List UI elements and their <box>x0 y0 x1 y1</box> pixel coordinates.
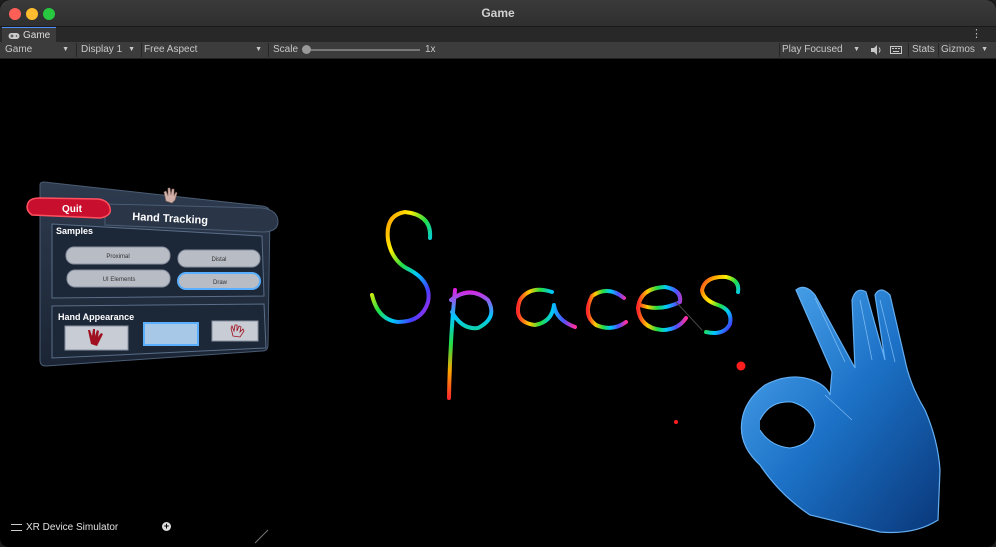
hand-appearance-heading: Hand Appearance <box>58 312 134 322</box>
appearance-option-blue[interactable] <box>143 322 199 346</box>
sample-button-label: UI Elements <box>103 277 136 283</box>
spaces-drawing <box>370 210 741 400</box>
quit-button-label: Quit <box>62 204 83 215</box>
game-window: Game Game ⋮ Game ▼ Display 1 ▼ Free Aspe… <box>0 0 996 547</box>
stroke-letter-e <box>636 285 688 332</box>
appearance-option-outline[interactable] <box>211 320 259 342</box>
appearance-option-red[interactable] <box>64 325 129 351</box>
pointer-dot-large <box>736 361 746 371</box>
stroke-letter-c <box>585 289 628 330</box>
sample-button-label: Distal <box>211 257 226 263</box>
stroke-letter-p <box>447 288 494 400</box>
floor-line <box>254 529 269 544</box>
add-icon[interactable]: + <box>162 522 171 531</box>
stroke-letter-s <box>370 210 433 324</box>
sample-button-label: Draw <box>213 280 228 286</box>
samples-heading: Samples <box>56 226 93 236</box>
stroke-letter-a <box>515 287 577 329</box>
tracked-hand-model <box>740 286 941 534</box>
drag-handle-icon <box>11 524 22 531</box>
pointer-dot-small <box>674 420 678 424</box>
xr-simulator-label: XR Device Simulator <box>26 522 119 533</box>
stroke-letter-s2 <box>700 274 741 335</box>
xr-device-simulator-toggle[interactable]: XR Device Simulator <box>11 522 118 533</box>
scene-canvas: Quit Hand Tracking Samples Proximal Dist… <box>26 181 941 544</box>
sample-button-label: Proximal <box>106 254 129 260</box>
